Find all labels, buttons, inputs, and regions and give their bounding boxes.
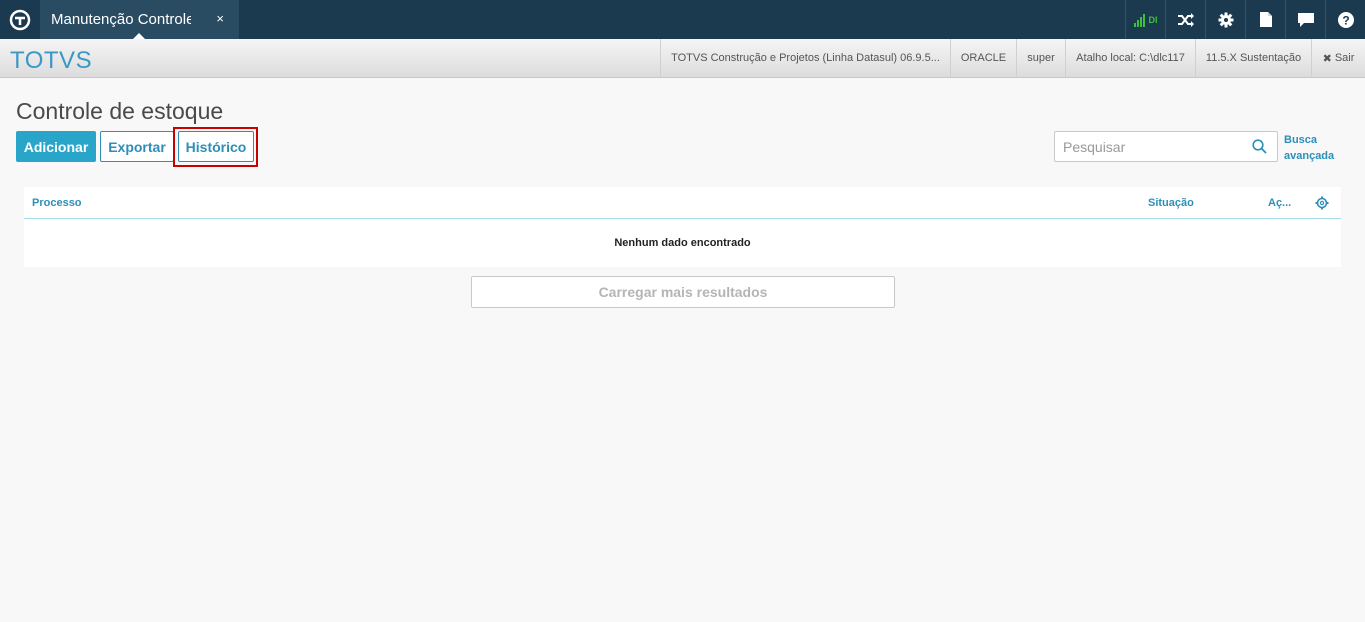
advanced-search-link[interactable]: Busca avançada xyxy=(1284,132,1334,164)
logo-icon[interactable] xyxy=(0,0,39,39)
history-button[interactable]: Histórico xyxy=(178,131,254,162)
database-info: ORACLE xyxy=(950,39,1016,77)
search-icon[interactable] xyxy=(1252,139,1267,159)
page-title: Controle de estoque xyxy=(16,98,224,124)
gear-icon[interactable] xyxy=(1205,0,1245,39)
signal-label: DI xyxy=(1148,14,1158,25)
tab-manutencao[interactable]: Manutenção Controle de Estoque × xyxy=(40,0,239,39)
user-info: super xyxy=(1016,39,1065,77)
column-acoes[interactable]: Aç... xyxy=(1268,197,1291,209)
document-icon[interactable] xyxy=(1245,0,1285,39)
close-icon: ✖ xyxy=(1322,52,1332,65)
signal-icon[interactable]: DI xyxy=(1125,0,1165,39)
search-box xyxy=(1054,131,1278,162)
product-info: TOTVS Construção e Projetos (Linha Datas… xyxy=(660,39,950,77)
column-processo[interactable]: Processo xyxy=(32,197,82,209)
toolbar-icons: DI ? xyxy=(1125,0,1365,39)
export-button[interactable]: Exportar xyxy=(100,131,174,162)
empty-message: Nenhum dado encontrado xyxy=(614,237,751,249)
logout-label: Sair xyxy=(1334,52,1355,64)
header-bar: TOTVS TOTVS Construção e Projetos (Linha… xyxy=(0,39,1365,78)
add-button[interactable]: Adicionar xyxy=(16,131,96,162)
logout-button[interactable]: ✖ Sair xyxy=(1311,39,1365,77)
search-input[interactable] xyxy=(1055,132,1235,161)
help-icon[interactable]: ? xyxy=(1325,0,1365,39)
data-table: Processo Situação Aç... Nenhum dado enco… xyxy=(24,187,1341,267)
shortcut-info: Atalho local: C:\dlc117 xyxy=(1065,39,1195,77)
chat-icon[interactable] xyxy=(1285,0,1325,39)
brand-logo: TOTVS xyxy=(10,47,93,74)
column-situacao[interactable]: Situação xyxy=(1148,197,1194,209)
settings-gear-icon[interactable] xyxy=(1315,196,1329,215)
table-header: Processo Situação Aç... xyxy=(24,187,1341,219)
close-icon[interactable]: × xyxy=(216,11,224,26)
load-more-button[interactable]: Carregar mais resultados xyxy=(471,276,895,308)
tab-label: Manutenção Controle de Estoque xyxy=(51,11,191,28)
advanced-search-line1: Busca xyxy=(1284,134,1318,146)
top-bar: Manutenção Controle de Estoque × DI xyxy=(0,0,1365,39)
svg-text:?: ? xyxy=(1342,13,1349,27)
advanced-search-line2: avançada xyxy=(1284,150,1335,162)
shuffle-icon[interactable] xyxy=(1165,0,1205,39)
version-info: 11.5.X Sustentação xyxy=(1195,39,1311,77)
